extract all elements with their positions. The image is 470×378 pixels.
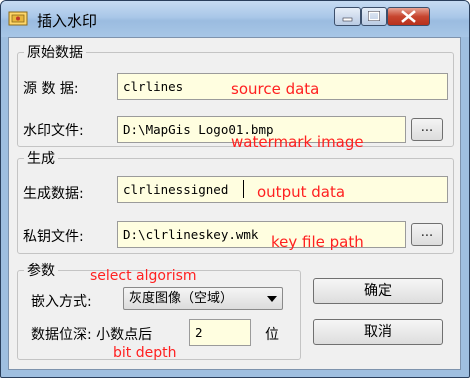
text-caret — [243, 180, 244, 198]
algorithm-annotation: select algorism — [90, 268, 197, 284]
title-bar[interactable]: 插入水印 — [1, 1, 469, 37]
watermark-file-label: 水印文件: — [23, 123, 84, 139]
window-title: 插入水印 — [37, 12, 98, 30]
key-browse-button[interactable]: ... — [411, 223, 443, 246]
cancel-button[interactable]: 取消 — [313, 319, 443, 345]
maximize-icon — [368, 11, 380, 21]
embed-mode-select[interactable]: 灰度图像（空域） — [123, 287, 283, 310]
bit-depth-annotation: bit depth — [113, 345, 177, 361]
maximize-button[interactable] — [361, 7, 387, 26]
key-file-annotation: key file path — [271, 233, 364, 251]
bit-depth-input[interactable]: 2 — [189, 319, 251, 346]
stamp-app-icon — [8, 11, 28, 26]
output-data-label: 生成数据: — [23, 186, 84, 202]
output-data-annotation: output data — [257, 183, 346, 201]
close-button[interactable] — [387, 7, 430, 26]
minimize-button[interactable] — [334, 7, 361, 26]
bit-depth-unit: 位 — [265, 327, 279, 343]
source-data-annotation: source data — [231, 80, 320, 98]
minimize-icon — [342, 17, 353, 22]
close-icon — [401, 10, 416, 23]
insert-watermark-dialog: 插入水印 原始数据 源 数 据: clrlines source data 水印… — [0, 0, 470, 378]
bit-depth-label: 数据位深: 小数点后 — [31, 327, 153, 343]
watermark-browse-button[interactable]: ... — [411, 118, 443, 141]
parameters-group-title: 参数 — [27, 263, 55, 279]
source-group-title: 原始数据 — [27, 45, 83, 61]
source-data-label: 源 数 据: — [23, 81, 79, 97]
generate-group-title: 生成 — [27, 151, 55, 167]
chevron-down-icon — [267, 296, 277, 302]
dialog-client-area: 原始数据 源 数 据: clrlines source data 水印文件: D… — [8, 37, 461, 370]
embed-mode-value: 灰度图像（空域） — [129, 291, 234, 306]
key-file-label: 私钥文件: — [23, 229, 84, 245]
embed-mode-label: 嵌入方式: — [31, 294, 92, 310]
ok-button[interactable]: 确定 — [313, 278, 443, 304]
